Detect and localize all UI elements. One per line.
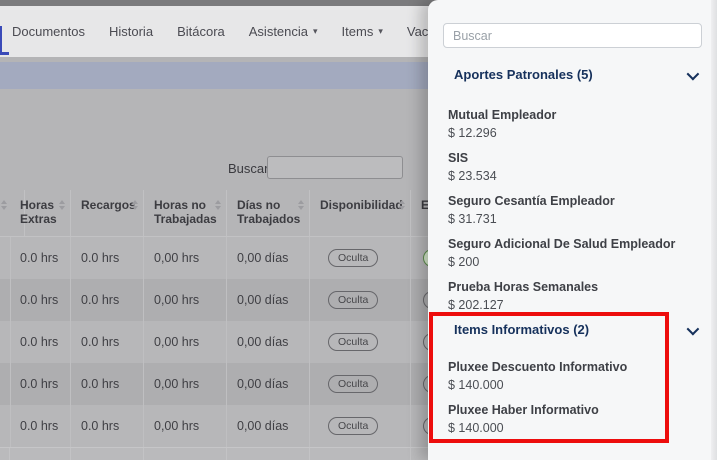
cell-horas-extras: 0.0 hrs xyxy=(10,237,71,279)
section-title: Aportes Patronales (5) xyxy=(454,66,593,84)
item-value: $ 12.296 xyxy=(448,124,702,142)
item-name: Mutual Empleador xyxy=(448,106,702,124)
sort-icon[interactable] xyxy=(58,200,66,210)
item-name: Prueba Horas Semanales xyxy=(448,278,702,296)
item-value: $ 31.731 xyxy=(448,210,702,228)
item-name: Seguro Adicional De Salud Empleador xyxy=(448,235,702,253)
list-item[interactable]: Pluxee Haber Informativo $ 140.000 xyxy=(443,401,702,437)
dropdown-caret-icon: ▾ xyxy=(378,26,383,37)
cell-disponibilidad: Oculta xyxy=(310,405,411,447)
list-item[interactable]: Seguro Adicional De Salud Empleador $ 20… xyxy=(443,235,702,271)
disponibilidad-badge: Oculta xyxy=(328,249,378,267)
cell-horas-no-trabajadas: 0,00 hrs xyxy=(144,405,227,447)
chevron-down-icon[interactable] xyxy=(687,322,700,335)
item-name: Pluxee Descuento Informativo xyxy=(448,358,702,376)
cell-disponibilidad: Oculta xyxy=(310,363,411,405)
item-name: SIS xyxy=(448,149,702,167)
section-title: Items Informativos (2) xyxy=(454,321,589,339)
aportes-patronales-list: Mutual Empleador $ 12.296 SIS $ 23.534 S… xyxy=(443,106,702,314)
items-side-panel: Aportes Patronales (5) Mutual Empleador … xyxy=(428,0,717,460)
sort-icon[interactable] xyxy=(131,200,139,210)
cell-horas-extras: 0.0 hrs xyxy=(10,363,71,405)
cell-dias-no-trabajados: 0,00 días xyxy=(227,405,310,447)
sort-icon[interactable] xyxy=(214,200,222,210)
section-header-aportes-patronales[interactable]: Aportes Patronales (5) xyxy=(443,66,702,84)
list-item[interactable]: Mutual Empleador $ 12.296 xyxy=(443,106,702,142)
column-header-recargos[interactable]: Recargos xyxy=(71,190,144,236)
item-name: Seguro Cesantía Empleador xyxy=(448,192,702,210)
tab-items[interactable]: Items▾ xyxy=(342,24,383,39)
cell-dias-no-trabajados: 0,00 días xyxy=(227,279,310,321)
column-header-dias-no-trabajados[interactable]: Días no Trabajados xyxy=(227,190,310,236)
item-value: $ 202.127 xyxy=(448,296,702,314)
cell-disponibilidad: Oculta xyxy=(310,321,411,363)
cell-disponibilidad: Oculta xyxy=(310,237,411,279)
cell-recargos: 0.0 hrs xyxy=(71,237,144,279)
list-item[interactable]: SIS $ 23.534 xyxy=(443,149,702,185)
item-value: $ 140.000 xyxy=(448,376,702,394)
sort-icon[interactable] xyxy=(398,200,406,210)
items-informativos-list: Pluxee Descuento Informativo $ 140.000 P… xyxy=(443,358,702,437)
list-item[interactable]: Prueba Horas Semanales $ 202.127 xyxy=(443,278,702,314)
column-header-disponibilidad[interactable]: Disponibilidad xyxy=(310,190,411,236)
item-value: $ 140.000 xyxy=(448,419,702,437)
cell-recargos: 0.0 hrs xyxy=(71,321,144,363)
cell-horas-extras: 0.0 hrs xyxy=(10,279,71,321)
list-item[interactable]: Seguro Cesantía Empleador $ 31.731 xyxy=(443,192,702,228)
cell-dias-no-trabajados: 0,00 días xyxy=(227,237,310,279)
panel-scrollbar-track[interactable] xyxy=(711,0,717,460)
cell-recargos: 0.0 hrs xyxy=(71,279,144,321)
sort-icon[interactable] xyxy=(0,200,8,210)
cell-dias-no-trabajados: 0,00 días xyxy=(227,321,310,363)
disponibilidad-badge: Oculta xyxy=(328,375,378,393)
column-header-horas-extras[interactable]: Horas Extras xyxy=(10,190,71,236)
chevron-down-icon[interactable] xyxy=(687,67,700,80)
cell-horas-no-trabajadas: 0,00 hrs xyxy=(144,279,227,321)
cell-horas-extras: 0.0 hrs xyxy=(10,321,71,363)
sort-icon[interactable] xyxy=(297,200,305,210)
cell-recargos: 0.0 hrs xyxy=(71,363,144,405)
item-value: $ 200 xyxy=(448,253,702,271)
cell-horas-no-trabajadas: 0,00 hrs xyxy=(144,321,227,363)
cell-recargos: 0.0 hrs xyxy=(71,405,144,447)
section-header-items-informativos[interactable]: Items Informativos (2) xyxy=(443,321,702,339)
app-window: Documentos Historia Bitácora Asistencia▾… xyxy=(0,0,717,460)
panel-search-input[interactable] xyxy=(443,23,702,48)
disponibilidad-badge: Oculta xyxy=(328,417,378,435)
cell-dias-no-trabajados: 0,00 días xyxy=(227,363,310,405)
dropdown-caret-icon: ▾ xyxy=(313,26,318,37)
item-value: $ 23.534 xyxy=(448,167,702,185)
table-search-input[interactable] xyxy=(267,156,403,179)
item-name: Pluxee Haber Informativo xyxy=(448,401,702,419)
active-tab-underline xyxy=(0,52,9,55)
cell-horas-no-trabajadas: 0,00 hrs xyxy=(144,237,227,279)
list-item[interactable]: Pluxee Descuento Informativo $ 140.000 xyxy=(443,358,702,394)
active-tab-indicator xyxy=(0,26,2,54)
cell-horas-no-trabajadas: 0,00 hrs xyxy=(144,363,227,405)
tab-documentos[interactable]: Documentos xyxy=(12,24,85,39)
disponibilidad-badge: Oculta xyxy=(328,291,378,309)
tab-bitacora[interactable]: Bitácora xyxy=(177,24,225,39)
cell-disponibilidad: Oculta xyxy=(310,279,411,321)
column-header-horas-no-trabajadas[interactable]: Horas no Trabajadas xyxy=(144,190,227,236)
cell-horas-extras: 0.0 hrs xyxy=(10,405,71,447)
table-search-label: Buscar: xyxy=(228,161,272,176)
tab-historia[interactable]: Historia xyxy=(109,24,153,39)
disponibilidad-badge: Oculta xyxy=(328,333,378,351)
tab-asistencia[interactable]: Asistencia▾ xyxy=(249,24,318,39)
